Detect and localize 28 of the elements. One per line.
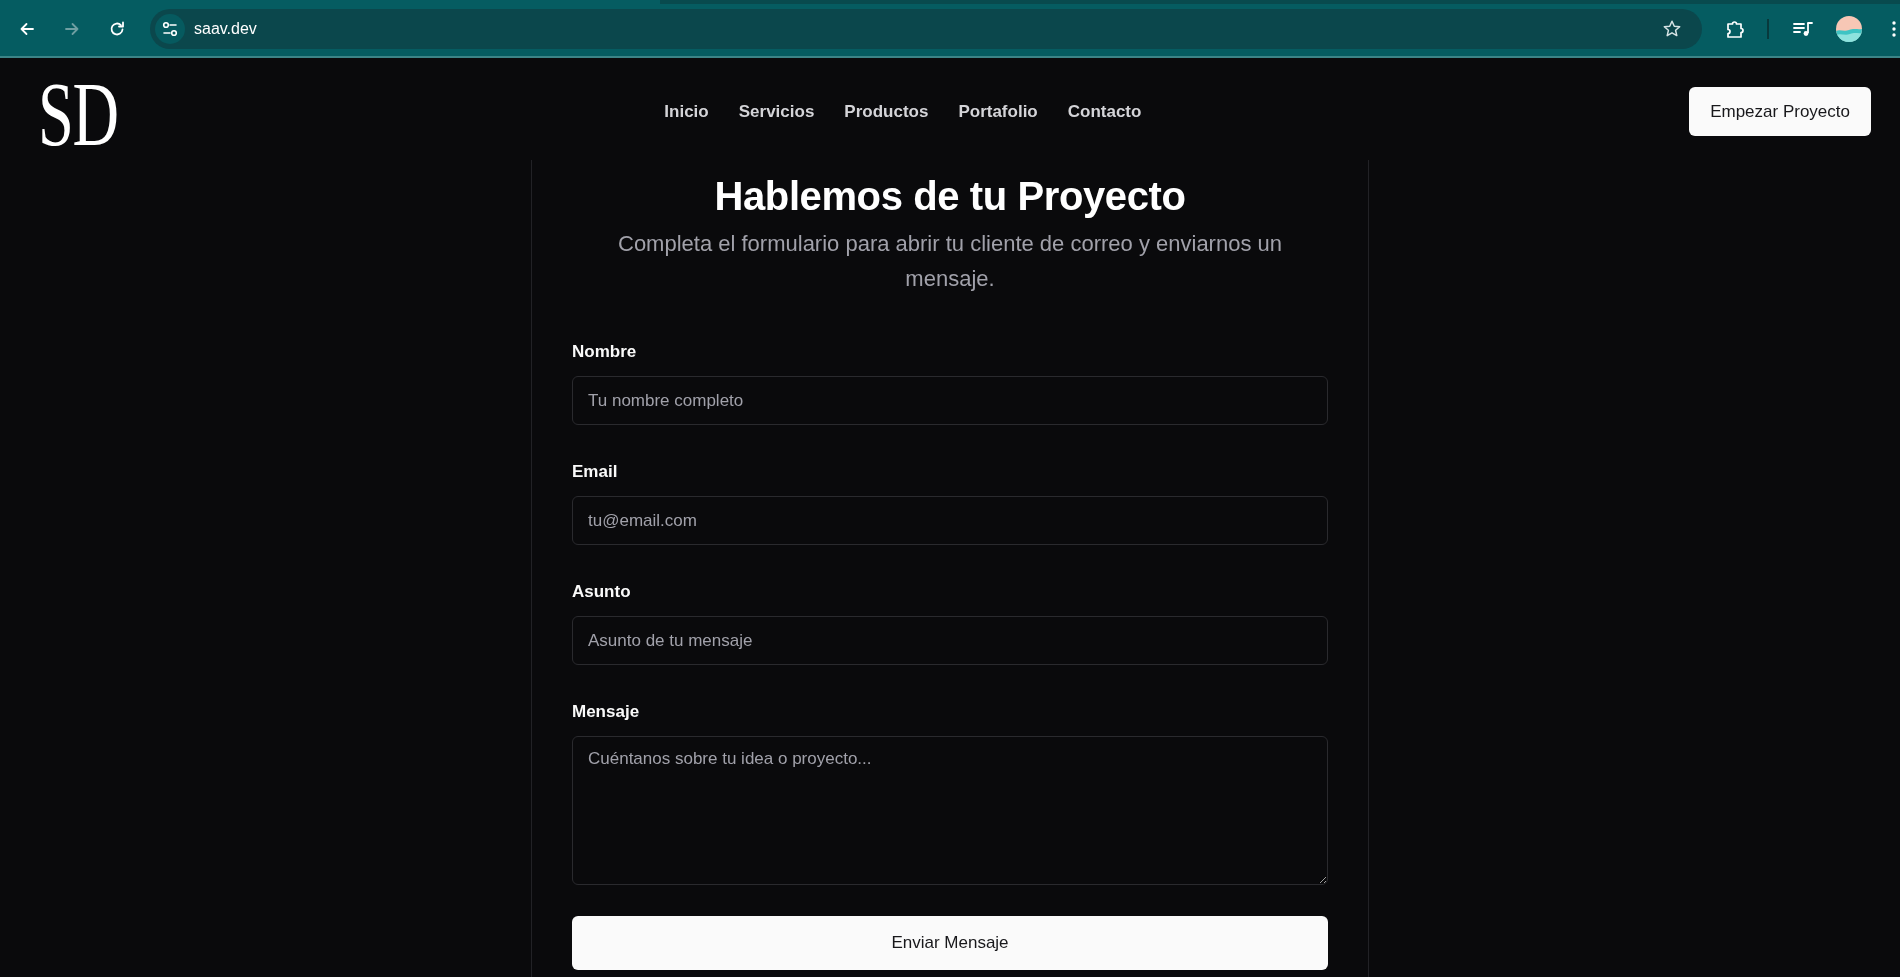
nav-link[interactable]: Contacto [1067, 101, 1142, 122]
field-label: Asunto [572, 581, 631, 603]
back-icon[interactable] [19, 21, 35, 37]
reload-icon[interactable] [109, 21, 125, 37]
start-project-button[interactable]: Empezar Proyecto [1689, 87, 1871, 136]
nav-link[interactable]: Portafolio [958, 101, 1038, 122]
input-field[interactable]: Asunto de tu mensaje [572, 616, 1328, 665]
field-label: Email [572, 461, 618, 483]
input-field[interactable]: Tu nombre completo [572, 376, 1328, 425]
menu-icon[interactable] [1892, 21, 1896, 37]
site-logo[interactable]: SD [38, 63, 118, 160]
form-title: Hablemos de tu Proyecto [713, 173, 1187, 220]
nav-link[interactable]: Servicios [738, 101, 815, 122]
address-bar[interactable]: saav.dev [150, 9, 1702, 49]
field-label: Nombre [572, 341, 637, 363]
bookmark-star-icon[interactable] [1663, 20, 1681, 38]
url-text: saav.dev [194, 20, 258, 38]
puzzle-piece-icon[interactable] [1726, 19, 1746, 39]
field-label: Mensaje [572, 701, 640, 723]
message-textarea[interactable]: Cuéntanos sobre tu idea o proyecto... [572, 736, 1328, 885]
music-queue-icon[interactable] [1793, 21, 1813, 37]
site-settings-icon[interactable] [155, 14, 185, 44]
input-field[interactable]: tu@email.com [572, 496, 1328, 545]
submit-button[interactable]: Enviar Mensaje [572, 916, 1328, 970]
nav-link[interactable]: Inicio [664, 101, 709, 122]
nav-link[interactable]: Productos [844, 101, 929, 122]
form-subtitle: Completa el formulario para abrir tu cliente de correo y enviarnos un mensaje. [617, 230, 1283, 293]
avatar-icon[interactable] [1836, 16, 1862, 42]
